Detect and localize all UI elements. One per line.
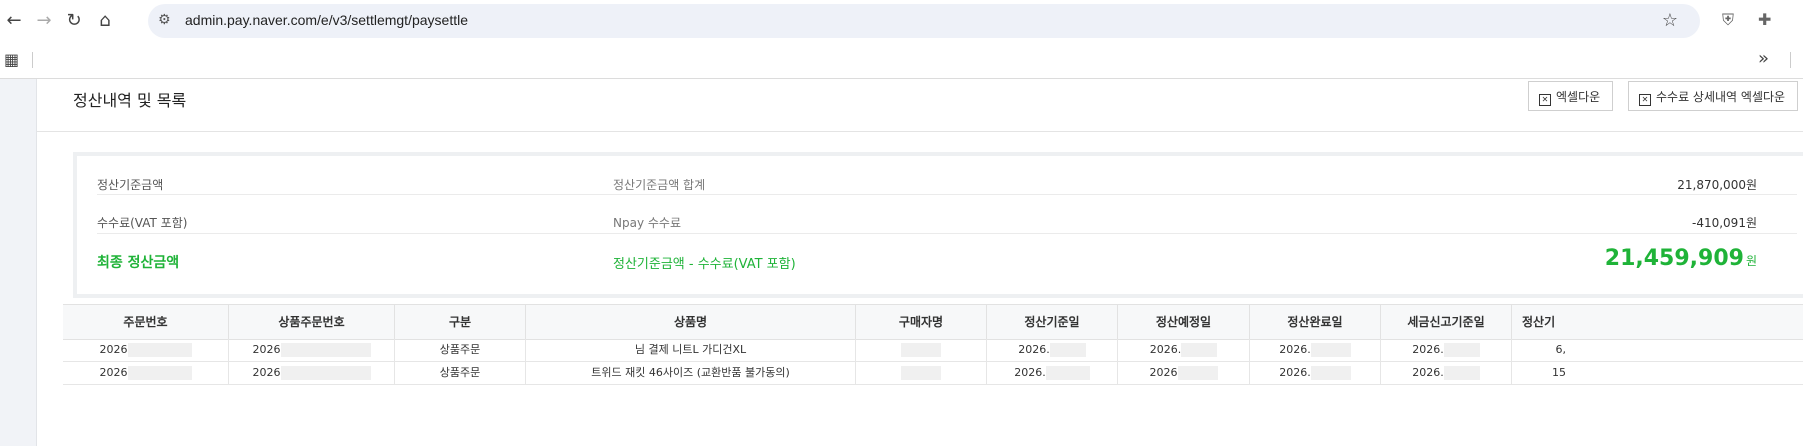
left-sidebar <box>0 79 37 446</box>
settlement-summary: 정산기준금액 정산기준금액 합계 21,870,000원 수수료(VAT 포함)… <box>73 152 1803 298</box>
col-type[interactable]: 구분 <box>395 305 526 339</box>
page-title: 정산내역 및 목록 <box>73 91 187 110</box>
col-product-order-number[interactable]: 상품주문번호 <box>229 305 395 339</box>
col-tax-report-date[interactable]: 세금신고기준일 <box>1381 305 1512 339</box>
col-settle-base-date[interactable]: 정산기준일 <box>987 305 1118 339</box>
cell-settle-complete-date: 2026. <box>1250 339 1381 361</box>
final-amount-value: 21,459,909 원 <box>1604 246 1757 271</box>
cell-settle-base-date: 2026. <box>987 339 1118 361</box>
col-settle-amount[interactable]: 정산기 <box>1512 305 1572 339</box>
col-settle-complete-date[interactable]: 정산완료일 <box>1250 305 1381 339</box>
cell-buyer-name <box>856 339 987 361</box>
fee-label: 수수료(VAT 포함) <box>97 216 188 230</box>
cell-settle-complete-date: 2026. <box>1250 362 1381 384</box>
base-amount-desc: 정산기준금액 합계 <box>613 178 706 192</box>
summary-row-final: 최종 정산금액 정산기준금액 - 수수료(VAT 포함) 21,459,909 원 <box>97 234 1797 292</box>
home-icon[interactable]: ⌂ <box>93 9 117 33</box>
fee-value: -410,091원 <box>1692 216 1757 230</box>
cell-product-order-number: 2026 <box>229 362 395 384</box>
col-settle-expected-date[interactable]: 정산예정일 <box>1118 305 1250 339</box>
url-text[interactable]: admin.pay.naver.com/e/v3/settlemgt/payse… <box>185 12 468 28</box>
cell-product-order-number: 2026 <box>229 339 395 361</box>
final-amount-label: 최종 정산금액 <box>97 255 180 271</box>
cell-tax-report-date: 2026. <box>1381 339 1512 361</box>
base-amount-value: 21,870,000원 <box>1677 178 1757 192</box>
cell-settle-expected-date: 2026 <box>1118 362 1250 384</box>
cell-tax-report-date: 2026. <box>1381 362 1512 384</box>
excel-icon: ✕ <box>1639 94 1651 106</box>
bookmarks-bar: ▦ » <box>0 42 1803 79</box>
col-buyer-name[interactable]: 구매자명 <box>856 305 987 339</box>
final-amount-desc: 정산기준금액 - 수수료(VAT 포함) <box>613 257 796 272</box>
more-bookmarks-icon[interactable]: » <box>1758 48 1769 69</box>
back-arrow-icon[interactable]: ← <box>2 9 26 33</box>
excel-download-button[interactable]: ✕ 엑셀다운 <box>1528 81 1614 111</box>
title-divider <box>37 131 1803 132</box>
reload-icon[interactable]: ↻ <box>62 9 86 33</box>
table-row[interactable]: 2026 2026 상품주문 트위드 재킷 46사이즈 (교환반품 불가동의) … <box>63 362 1803 385</box>
apps-grid-icon[interactable]: ▦ <box>4 50 19 69</box>
cell-order-number: 2026 <box>63 362 229 384</box>
cell-buyer-name <box>856 362 987 384</box>
cell-settle-amount: 15 <box>1552 366 1566 379</box>
base-amount-label: 정산기준금액 <box>97 178 164 192</box>
excel-icon: ✕ <box>1539 94 1551 106</box>
cell-settle-expected-date: 2026. <box>1118 339 1250 361</box>
fee-detail-excel-button[interactable]: ✕ 수수료 상세내역 엑셀다운 <box>1628 81 1799 111</box>
cell-settle-amount: 6, <box>1555 343 1567 356</box>
cell-type: 상품주문 <box>395 339 526 361</box>
col-order-number[interactable]: 주문번호 <box>63 305 229 339</box>
cell-type: 상품주문 <box>395 362 526 384</box>
bookmark-separator <box>32 52 33 68</box>
bookmark-separator-right <box>1790 52 1791 68</box>
shield-extension-icon[interactable]: ⛨ <box>1722 10 1734 30</box>
forward-arrow-icon[interactable]: → <box>32 9 56 33</box>
main-content: 정산내역 및 목록 ✕ 엑셀다운 ✕ 수수료 상세내역 엑셀다운 정산기준금액 정산… <box>37 79 1803 446</box>
table-row[interactable]: 2026 2026 상품주문 님 결제 니트L 가디건XL 2026. 2026… <box>63 339 1803 362</box>
table-header: 주문번호 상품주문번호 구분 상품명 구매자명 정산기준일 정산예정일 정산완료… <box>63 304 1803 340</box>
site-info-icon[interactable]: ⚙ <box>158 12 171 28</box>
cell-product-name[interactable]: 님 결제 니트L 가디건XL <box>526 339 856 361</box>
cell-product-name[interactable]: 트위드 재킷 46사이즈 (교환반품 불가동의) <box>526 362 856 384</box>
cell-settle-base-date: 2026. <box>987 362 1118 384</box>
summary-row-base: 정산기준금액 정산기준금액 합계 21,870,000원 <box>97 156 1797 195</box>
fee-desc: Npay 수수료 <box>613 216 681 230</box>
address-bar[interactable]: ⚙ admin.pay.naver.com/e/v3/settlemgt/pay… <box>148 4 1700 38</box>
bookmark-star-icon[interactable]: ☆ <box>1662 10 1678 31</box>
col-product-name[interactable]: 상품명 <box>526 305 856 339</box>
browser-toolbar: ← → ↻ ⌂ ⚙ admin.pay.naver.com/e/v3/settl… <box>0 0 1803 42</box>
puzzle-extension-icon[interactable]: ✚ <box>1758 10 1771 29</box>
summary-row-fee: 수수료(VAT 포함) Npay 수수료 -410,091원 <box>97 195 1797 234</box>
cell-order-number: 2026 <box>63 339 229 361</box>
